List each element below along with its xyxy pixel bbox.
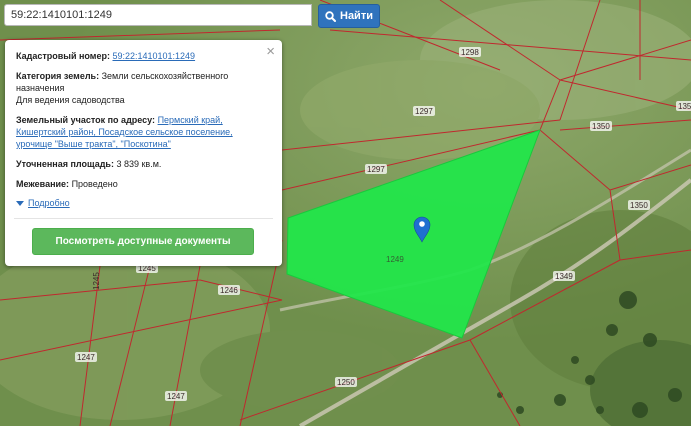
search-input[interactable] <box>4 4 312 26</box>
category-row: Категория земель: Земли сельскохозяйстве… <box>16 70 271 106</box>
cadastral-number-link[interactable]: 59:22:1410101:1249 <box>112 51 195 61</box>
details-toggle[interactable]: Подробно <box>16 197 271 209</box>
address-label: Земельный участок по адресу: <box>16 115 156 125</box>
area-row: Уточненная площадь: 3 839 кв.м. <box>16 158 271 170</box>
plot-label: 1246 <box>220 286 238 295</box>
cadastral-row: Кадастровый номер: 59:22:1410101:1249 <box>16 50 271 62</box>
plot-label: 1297 <box>415 107 433 116</box>
close-icon[interactable]: × <box>266 44 275 59</box>
divider <box>14 218 273 219</box>
plot-label: 1245 <box>92 272 101 290</box>
usage-value: Для ведения садоводства <box>16 95 125 105</box>
address-row: Земельный участок по адресу: Пермский кр… <box>16 114 271 150</box>
plot-label: 1247 <box>167 392 185 401</box>
search-bar: Найти <box>4 4 380 28</box>
plot-label: 1350 <box>592 122 610 131</box>
plot-label: 1247 <box>77 353 95 362</box>
plot-label: 1349 <box>555 272 573 281</box>
details-link[interactable]: Подробно <box>28 197 70 209</box>
plot-label: 1250 <box>337 378 355 387</box>
cadastral-label: Кадастровый номер: <box>16 51 110 61</box>
plot-label: 135 <box>678 102 691 111</box>
search-button[interactable]: Найти <box>318 4 380 28</box>
survey-row: Межевание: Проведено <box>16 178 271 190</box>
area-label: Уточненная площадь: <box>16 159 114 169</box>
survey-value: Проведено <box>71 179 118 189</box>
selected-parcel-label: 1249 <box>386 255 404 264</box>
plot-label: 1297 <box>367 165 385 174</box>
parcel-info-popup: × Кадастровый номер: 59:22:1410101:1249 … <box>5 40 282 266</box>
search-button-label: Найти <box>340 10 373 22</box>
survey-label: Межевание: <box>16 179 70 189</box>
plot-label: 1350 <box>630 201 648 210</box>
triangle-down-icon <box>16 200 24 206</box>
category-label: Категория земель: <box>16 71 100 81</box>
search-icon <box>325 10 336 22</box>
area-value: 3 839 кв.м. <box>116 159 162 169</box>
plot-label: 1298 <box>461 48 479 57</box>
view-documents-button[interactable]: Посмотреть доступные документы <box>32 228 254 255</box>
